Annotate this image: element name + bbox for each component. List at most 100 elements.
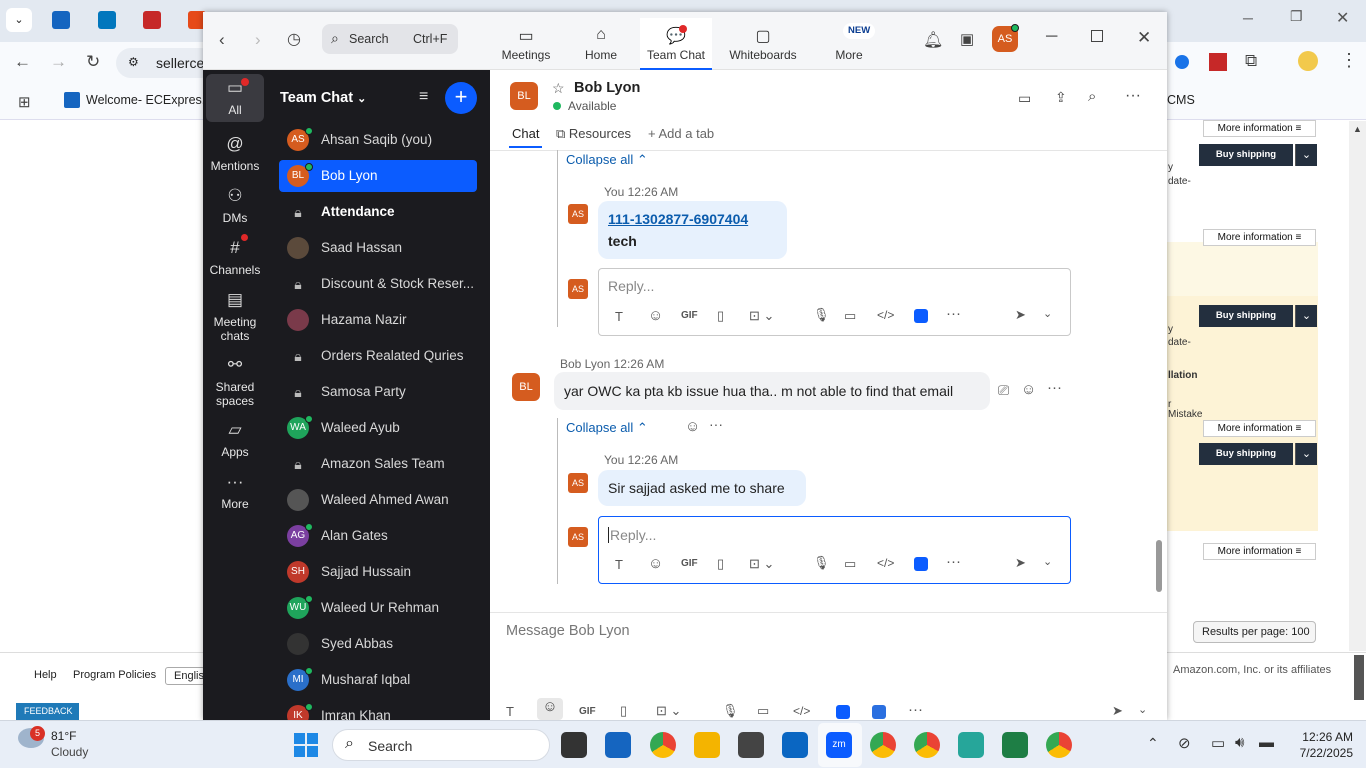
thread-more-icon[interactable]: ···	[709, 416, 723, 432]
app-icon[interactable]	[958, 732, 984, 758]
volume-icon[interactable]: 🔊︎	[1235, 734, 1244, 751]
calculator-icon[interactable]	[738, 732, 764, 758]
screenshot-icon[interactable]: ⊡ ⌄	[749, 556, 774, 572]
screenshot-icon[interactable]: ⊡ ⌄	[749, 308, 774, 324]
start-button[interactable]	[294, 733, 318, 757]
dhl-tab-icon[interactable]	[143, 11, 161, 29]
tab-search-button[interactable]: ⌄	[6, 8, 32, 32]
outlook-icon[interactable]	[782, 732, 808, 758]
gif-icon[interactable]: GIF	[579, 706, 596, 717]
search-input[interactable]: ⌕ Search Ctrl+F	[322, 24, 458, 54]
page-scrollbar[interactable]	[1349, 121, 1366, 651]
extensions-puzzle-icon[interactable]: ⧉	[1245, 51, 1257, 71]
filter-icon[interactable]: ≡	[419, 88, 428, 106]
chrome-profile-icon[interactable]	[914, 732, 940, 758]
more-tools-icon[interactable]: ···	[946, 553, 961, 570]
display-icon[interactable]: ▭	[1211, 734, 1225, 752]
contact-avatar[interactable]: BL	[510, 82, 538, 110]
nav-team-chat[interactable]: 💬 Team Chat	[644, 26, 708, 62]
zoom-app-icon[interactable]: zm	[826, 732, 852, 758]
message-composer-input[interactable]: Message Bob Lyon	[506, 623, 630, 639]
file-icon[interactable]: ▯	[620, 703, 627, 719]
chat-scrollbar[interactable]	[1156, 540, 1162, 592]
reload-icon[interactable]: ↻	[86, 52, 100, 72]
store-icon[interactable]	[605, 732, 631, 758]
emoji-icon[interactable]: ☺	[648, 555, 663, 572]
nav-home[interactable]: ⌂ Home	[579, 26, 623, 62]
network-off-icon[interactable]: ⊘	[1178, 734, 1191, 752]
minimize-icon[interactable]: ─	[1046, 28, 1057, 46]
chrome-profile-icon[interactable]	[1046, 732, 1072, 758]
bookmark-cms[interactable]: CMS	[1167, 93, 1195, 107]
chat-item[interactable]: AS Ahsan Saqib (you)	[279, 124, 477, 156]
bookmark-welcome[interactable]: Welcome- ECExpres...	[86, 93, 212, 107]
search-chat-icon[interactable]: ⌕	[1088, 88, 1096, 105]
footer-policies-link[interactable]: Program Policies	[73, 669, 156, 681]
microphone-icon[interactable]: 🎙︎	[813, 307, 830, 323]
sender-avatar[interactable]: AS	[568, 204, 588, 224]
emoji-icon[interactable]: ☺	[648, 307, 663, 324]
scroll-up-icon[interactable]: ▲	[1353, 124, 1362, 134]
reply-thread-icon[interactable]: ⎚	[998, 382, 1009, 399]
rail-apps[interactable]: ▱ Apps	[206, 420, 264, 459]
code-snippet-icon[interactable]: </>	[877, 308, 894, 322]
extension-icon[interactable]	[1175, 55, 1189, 69]
rail-all[interactable]: ▭ All	[206, 78, 264, 117]
chat-item[interactable]: Waleed Ahmed Awan	[279, 484, 477, 516]
sender-avatar[interactable]: BL	[512, 373, 540, 401]
sender-avatar[interactable]: AS	[568, 473, 588, 493]
reply-box[interactable]: Reply... T ☺ GIF ▯ ⊡ ⌄ 🎙︎ ▭ </> ··· ➤ ⌄	[598, 268, 1071, 336]
add-tab-button[interactable]: + Add a tab	[648, 126, 714, 141]
chat-item[interactable]: MI Musharaf Iqbal	[279, 664, 477, 696]
chat-item[interactable]: Saad Hassan	[279, 232, 477, 264]
microphone-icon[interactable]: 🎙︎	[722, 703, 739, 719]
back-icon[interactable]: ←	[14, 52, 31, 72]
more-tools-icon[interactable]: ···	[946, 305, 961, 322]
chat-item[interactable]: WA Waleed Ayub	[279, 412, 477, 444]
ec-tab-icon[interactable]	[52, 11, 70, 29]
app-integration-icon[interactable]	[836, 705, 850, 719]
site-info-icon[interactable]: ⚙	[128, 55, 139, 69]
list-title[interactable]: Team Chat ⌄	[280, 90, 366, 106]
reply-input[interactable]: Reply...	[608, 278, 654, 294]
rail-more[interactable]: ··· More	[206, 472, 264, 511]
rail-channels[interactable]: # Channels	[206, 238, 264, 277]
bell-icon[interactable]: 🔔︎	[923, 30, 943, 50]
add-reaction-icon[interactable]: ☺	[1021, 381, 1036, 398]
order-link[interactable]: 111-1302877-6907404	[608, 211, 748, 227]
screenshot-icon[interactable]: ⊡ ⌄	[656, 703, 681, 719]
share-screen-icon[interactable]: ⇪	[1055, 89, 1067, 106]
video-message-icon[interactable]: ▭	[844, 308, 856, 324]
more-information-link[interactable]: More information ≡	[1203, 229, 1316, 246]
footer-language-select[interactable]: English	[165, 667, 210, 685]
collapse-all-link[interactable]: Collapse all ⌃	[566, 152, 648, 168]
microphone-icon[interactable]: 🎙︎	[813, 555, 830, 571]
history-icon[interactable]: ◷	[287, 29, 301, 49]
taskbar-search[interactable]: ⌕ Search	[332, 729, 550, 761]
chat-item[interactable]: WU Waleed Ur Rehman	[279, 592, 477, 624]
send-icon[interactable]: ➤	[1112, 703, 1123, 719]
reply-box-focused[interactable]: Reply... T ☺ GIF ▯ ⊡ ⌄ 🎙︎ ▭ </> ··· ➤ ⌄	[598, 516, 1071, 584]
chat-item[interactable]: 🔒︎ Amazon Sales Team	[279, 448, 477, 480]
send-options-icon[interactable]: ⌄	[1043, 555, 1052, 568]
chrome-profile-icon[interactable]	[870, 732, 896, 758]
close-icon[interactable]: ✕	[1137, 28, 1151, 48]
calendar-icon[interactable]: ▣	[960, 30, 974, 48]
more-information-link[interactable]: More information ≡	[1203, 543, 1316, 560]
battery-icon[interactable]: ▬	[1259, 734, 1274, 751]
tab-icon[interactable]	[98, 11, 116, 29]
feedback-button[interactable]: FEEDBACK ✕	[16, 703, 79, 733]
maximize-icon[interactable]	[1091, 30, 1103, 42]
tab-resources[interactable]: ⧉ Resources	[556, 126, 631, 142]
pdf-extension-icon[interactable]	[1209, 53, 1227, 71]
rail-shared-spaces[interactable]: ⚯ Shared spaces	[206, 355, 264, 408]
profile-avatar[interactable]	[1298, 51, 1318, 71]
restore-browser-icon[interactable]: ❐	[1290, 8, 1303, 25]
format-text-icon[interactable]: T	[506, 704, 514, 719]
chat-item[interactable]: 🔒︎ Discount & Stock Reser...	[279, 268, 477, 300]
buy-shipping-button[interactable]: Buy shipping	[1199, 443, 1293, 465]
excel-icon[interactable]	[1002, 732, 1028, 758]
reply-input[interactable]: Reply...	[608, 527, 656, 543]
code-snippet-icon[interactable]: </>	[877, 556, 894, 570]
browser-menu-icon[interactable]: ⋮	[1340, 50, 1358, 71]
